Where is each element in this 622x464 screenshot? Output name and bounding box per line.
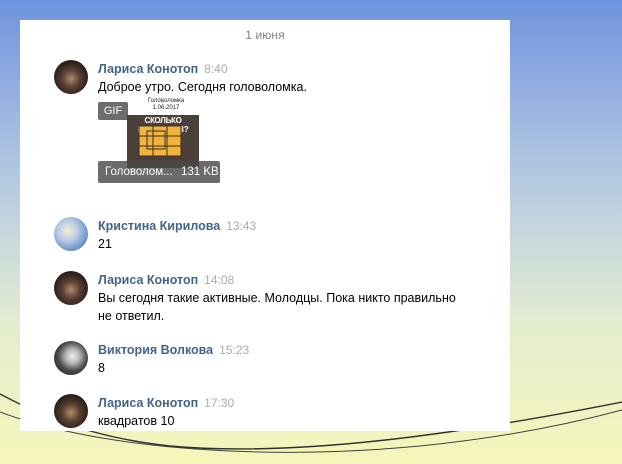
- message-text-line: 8: [98, 361, 105, 375]
- attachment-file-name: Головолом...: [105, 166, 173, 178]
- message-text: Вы сегодня такие активные. Молодцы. Пока…: [98, 289, 494, 325]
- message-content: Виктория Волкова 15:23 8: [98, 341, 494, 377]
- message-time[interactable]: 15:23: [219, 343, 249, 357]
- avatar[interactable]: [54, 271, 88, 305]
- date-separator: 1 июня: [245, 28, 285, 42]
- chat-history-panel: 1 июня Лариса Конотоп 8:40 Доброе утро. С…: [20, 20, 510, 431]
- author-name[interactable]: Виктория Волкова: [98, 343, 213, 357]
- message-text-line: Доброе утро. Сегодня головоломка.: [98, 80, 307, 94]
- thumbnail-caption: Головоломка 1.06.2017: [141, 98, 191, 112]
- message-text: Доброе утро. Сегодня головоломка.: [98, 78, 494, 96]
- message-time[interactable]: 14:08: [204, 273, 234, 287]
- message-header: Кристина Кирилова 13:43: [98, 217, 494, 234]
- message-content: Лариса Конотоп 17:30 квадратов 10: [98, 394, 494, 430]
- message-content: Кристина Кирилова 13:43 21: [98, 217, 494, 253]
- slide-background: 1 июня Лариса Конотоп 8:40 Доброе утро. С…: [0, 0, 622, 464]
- message-header: Лариса Конотоп 14:08: [98, 271, 494, 288]
- author-name[interactable]: Лариса Конотоп: [98, 62, 198, 76]
- gif-badge: GIF: [98, 102, 128, 120]
- author-name[interactable]: Кристина Кирилова: [98, 219, 220, 233]
- thumbnail-date: 1.06.2017: [152, 105, 180, 111]
- message-text: квадратов 10: [98, 412, 494, 430]
- message-content: Лариса Конотоп 8:40 Доброе утро. Сегодня …: [98, 60, 494, 185]
- message-header: Виктория Волкова 15:23: [98, 341, 494, 358]
- message-text-line: не ответил.: [98, 309, 165, 323]
- message-time[interactable]: 13:43: [226, 219, 256, 233]
- message-text-line: квадратов 10: [98, 414, 175, 428]
- author-name[interactable]: Лариса Конотоп: [98, 273, 198, 287]
- message-text-line: 21: [98, 237, 112, 251]
- message-text-line: Вы сегодня такие активные. Молодцы. Пока…: [98, 291, 456, 305]
- message-text: 21: [98, 235, 494, 253]
- attachment-info-bar[interactable]: Головолом... 131 KB: [98, 161, 220, 183]
- author-name[interactable]: Лариса Конотоп: [98, 396, 198, 410]
- message-content: Лариса Конотоп 14:08 Вы сегодня такие акт…: [98, 271, 494, 325]
- message-time[interactable]: 8:40: [204, 62, 227, 76]
- message-header: Лариса Конотоп 8:40: [98, 60, 494, 77]
- gif-attachment[interactable]: Головоломка 1.06.2017 СКОЛЬКО КВАДРАТОВ?: [98, 97, 220, 185]
- avatar[interactable]: [54, 341, 88, 375]
- message-text: 8: [98, 359, 494, 377]
- avatar[interactable]: [54, 394, 88, 428]
- attachment-file-size: 131 KB: [181, 166, 219, 178]
- message-header: Лариса Конотоп 17:30: [98, 394, 494, 411]
- avatar[interactable]: [54, 60, 88, 94]
- avatar[interactable]: [54, 217, 88, 251]
- message-time[interactable]: 17:30: [204, 396, 234, 410]
- gif-thumbnail[interactable]: Головоломка 1.06.2017 СКОЛЬКО КВАДРАТОВ?: [127, 98, 199, 168]
- thumbnail-title: Головоломка: [147, 98, 185, 104]
